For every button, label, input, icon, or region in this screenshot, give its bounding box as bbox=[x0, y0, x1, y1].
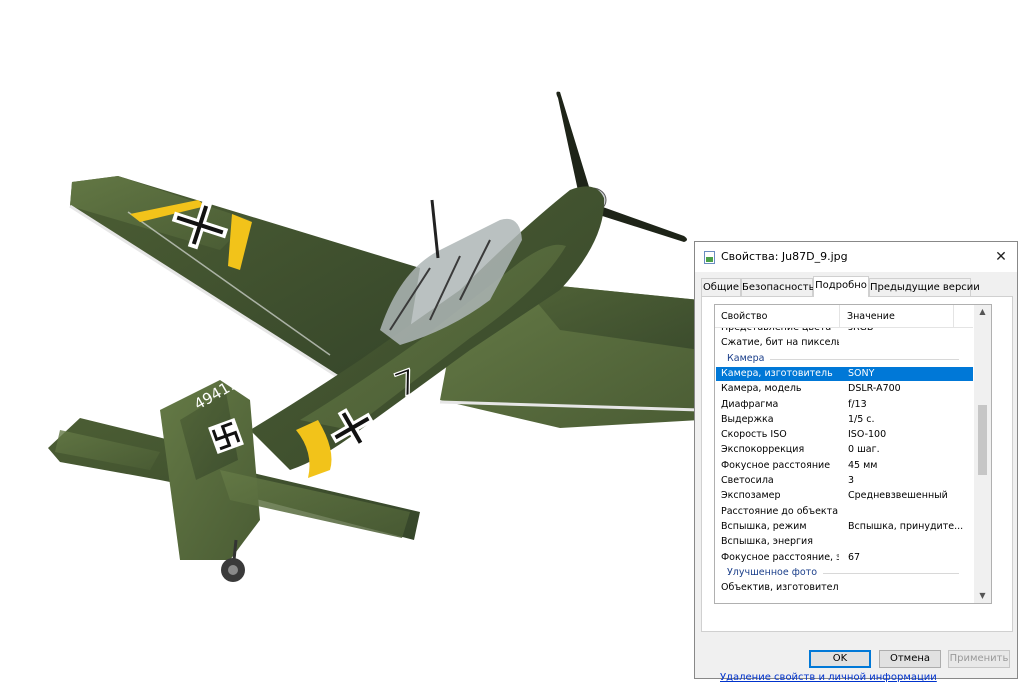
properties-list[interactable]: Представление цветаsRGBСжатие, бит на пи… bbox=[714, 304, 992, 604]
property-name: Фокусное расстояние bbox=[721, 460, 831, 471]
column-divider[interactable] bbox=[839, 305, 840, 327]
scroll-thumb[interactable] bbox=[978, 405, 987, 475]
property-value: ISO-100 bbox=[848, 429, 887, 440]
dialog-title: Свойства: Ju87D_9.jpg bbox=[721, 250, 848, 263]
property-row[interactable]: Выдержка 1/5 с. bbox=[716, 413, 973, 427]
property-name: Вспышка, энергия bbox=[721, 536, 813, 547]
property-name: Выдержка bbox=[721, 414, 774, 425]
property-name: Фокусное расстояние, э... bbox=[721, 552, 839, 563]
tab-previous-versions[interactable]: Предыдущие версии bbox=[869, 278, 980, 296]
property-value: f/13 bbox=[848, 399, 867, 410]
property-row[interactable]: Расстояние до объекта bbox=[716, 505, 973, 519]
property-value: DSLR-A700 bbox=[848, 383, 901, 394]
column-header-value[interactable]: Значение bbox=[847, 311, 895, 322]
property-value: SONY bbox=[848, 368, 875, 379]
close-icon[interactable]: ✕ bbox=[985, 242, 1017, 272]
group-label: Улучшенное фото bbox=[727, 566, 824, 580]
list-header: Свойство Значение bbox=[715, 305, 973, 328]
remove-properties-link[interactable]: Удаление свойств и личной информации bbox=[720, 672, 937, 683]
property-name: Объектив, изготовитель bbox=[721, 582, 839, 593]
property-name: Расстояние до объекта bbox=[721, 506, 839, 517]
property-name: Светосила bbox=[721, 475, 774, 486]
property-value: Средневзвешенный bbox=[848, 490, 948, 501]
property-value: 1/5 с. bbox=[848, 414, 875, 425]
scroll-down-icon[interactable]: ▼ bbox=[974, 589, 991, 603]
property-row[interactable]: Экспозамер Средневзвешенный bbox=[716, 489, 973, 503]
property-row[interactable]: Объектив, изготовитель bbox=[716, 581, 973, 595]
ok-button[interactable]: OK bbox=[809, 650, 871, 668]
property-row[interactable]: Светосила 3 bbox=[716, 474, 973, 488]
property-name: Вспышка, режим bbox=[721, 521, 807, 532]
group-label: Камера bbox=[727, 352, 771, 366]
property-row[interactable]: Фокусное расстояние 45 мм bbox=[716, 459, 973, 473]
property-row[interactable]: Скорость ISO ISO-100 bbox=[716, 428, 973, 442]
property-row[interactable]: Экспокоррекция 0 шаг. bbox=[716, 443, 973, 457]
scroll-up-icon[interactable]: ▲ bbox=[974, 305, 991, 319]
tab-security[interactable]: Безопасность bbox=[741, 278, 815, 296]
property-name: Скорость ISO bbox=[721, 429, 787, 440]
vertical-scrollbar[interactable]: ▲ ▼ bbox=[974, 305, 991, 603]
property-name: Сжатие, бит на пиксель bbox=[721, 337, 839, 348]
property-name: Диафрагма bbox=[721, 399, 779, 410]
cancel-button[interactable]: Отмена bbox=[879, 650, 941, 668]
properties-dialog: Свойства: Ju87D_9.jpg ✕ Общие Безопаснос… bbox=[694, 241, 1018, 683]
tab-general[interactable]: Общие bbox=[701, 278, 741, 296]
column-header-property[interactable]: Свойство bbox=[721, 311, 767, 322]
property-group-header: Камера bbox=[716, 352, 973, 366]
property-row[interactable]: Вспышка, режим Вспышка, принудите... bbox=[716, 520, 973, 534]
property-value: 0 шаг. bbox=[848, 444, 880, 455]
image-file-icon bbox=[704, 251, 715, 264]
property-row[interactable]: Камера, модель DSLR-A700 bbox=[716, 382, 973, 396]
property-name: Камера, изготовитель bbox=[721, 368, 833, 379]
property-value: 3 bbox=[848, 475, 855, 486]
property-row[interactable]: Фокусное расстояние, э... 67 bbox=[716, 551, 973, 565]
dialog-titlebar[interactable]: Свойства: Ju87D_9.jpg ✕ bbox=[695, 242, 1017, 272]
tab-details[interactable]: Подробно bbox=[813, 276, 869, 297]
column-divider[interactable] bbox=[953, 305, 954, 327]
apply-button[interactable]: Применить bbox=[948, 650, 1010, 668]
property-name: Экспозамер bbox=[721, 490, 781, 501]
property-value: 67 bbox=[848, 552, 861, 563]
property-row[interactable]: Диафрагма f/13 bbox=[716, 398, 973, 412]
property-row-selected[interactable]: Камера, изготовитель SONY bbox=[716, 367, 973, 381]
property-row[interactable]: Вспышка, энергия bbox=[716, 535, 973, 549]
property-name: Экспокоррекция bbox=[721, 444, 805, 455]
details-panel: Представление цветаsRGBСжатие, бит на пи… bbox=[701, 296, 1013, 683]
left-wing bbox=[69, 176, 420, 380]
property-group-header: Улучшенное фото bbox=[716, 566, 973, 580]
property-row[interactable]: Сжатие, бит на пиксель bbox=[716, 336, 973, 350]
property-value: Вспышка, принудите... bbox=[848, 521, 964, 532]
property-name: Камера, модель bbox=[721, 383, 802, 394]
property-value: 45 мм bbox=[848, 460, 878, 471]
